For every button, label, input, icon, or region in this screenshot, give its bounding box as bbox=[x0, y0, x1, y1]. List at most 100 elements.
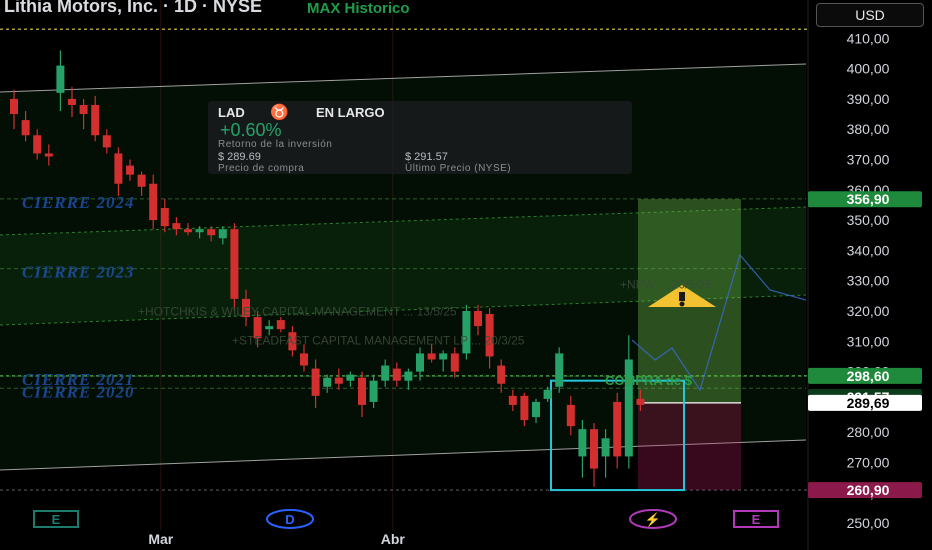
candle-body bbox=[44, 153, 53, 157]
candle-body bbox=[265, 326, 274, 330]
candle-body bbox=[497, 365, 506, 384]
position-side: EN LARGO bbox=[316, 105, 385, 120]
candle-body bbox=[323, 377, 332, 387]
x-label-1: Abr bbox=[381, 531, 406, 547]
candle-body bbox=[508, 395, 517, 405]
y-tick-12: 370,00 bbox=[847, 152, 890, 168]
y-tick-13: 380,00 bbox=[847, 121, 890, 137]
candle-body bbox=[114, 153, 123, 184]
x-label-0: Mar bbox=[148, 531, 173, 547]
y-tick-3: 280,00 bbox=[847, 424, 890, 440]
candle-body bbox=[532, 401, 540, 418]
candle-body bbox=[416, 353, 424, 372]
candle-body bbox=[300, 353, 308, 366]
candle-body bbox=[474, 311, 482, 327]
candle-body bbox=[520, 395, 529, 421]
y-tick-0: 250,00 bbox=[847, 515, 890, 531]
buy-price-label: Precio de compra bbox=[218, 163, 305, 174]
position-stop-zone bbox=[638, 402, 741, 491]
institution-label-1: +STEADFAST CAPITAL MANAGEMENT LP ... 20/… bbox=[232, 333, 525, 347]
y-tick-15: 400,00 bbox=[847, 61, 890, 77]
candle-body bbox=[207, 229, 216, 236]
candle-39 bbox=[462, 304, 471, 360]
candle-body bbox=[160, 207, 169, 227]
candle-body bbox=[311, 368, 320, 396]
candle-body bbox=[427, 353, 436, 360]
zone-label-3: CIERRE 2020 bbox=[22, 382, 135, 401]
candle-body bbox=[358, 377, 366, 405]
event-marker-letter-2: ⚡ bbox=[645, 512, 661, 528]
candle-body bbox=[392, 368, 401, 381]
candle-52 bbox=[613, 392, 622, 469]
y-tick-10: 350,00 bbox=[847, 212, 890, 228]
candle-body bbox=[10, 98, 18, 115]
price-tag-4: 260,90 bbox=[847, 482, 890, 498]
candle-body bbox=[137, 174, 146, 187]
candle-body bbox=[218, 229, 227, 239]
return-pct: +0.60% bbox=[220, 120, 282, 140]
candle-47 bbox=[555, 347, 564, 393]
symbol-title[interactable]: Lithia Motors, Inc. · 1D · NYSE bbox=[4, 0, 262, 17]
candle-19 bbox=[230, 223, 239, 311]
candle-body bbox=[21, 120, 30, 136]
y-tick-2: 270,00 bbox=[847, 455, 890, 471]
candle-body bbox=[578, 429, 587, 457]
price-tag-0: 356,90 bbox=[847, 191, 890, 207]
position-panel[interactable]: LAD ♉ EN LARGO +0.60% Retorno de la inve… bbox=[208, 101, 632, 174]
y-tick-7: 320,00 bbox=[847, 303, 890, 319]
candlestick-chart[interactable]: CIERRE 2024CIERRE 2023CIERRE 2021CIERRE … bbox=[0, 0, 932, 550]
warning-icon-bar bbox=[679, 292, 685, 301]
chart-root: CIERRE 2024 CIERRE 2023 CIERRE 2021 CIERRE … bbox=[0, 0, 932, 550]
y-tick-14: 390,00 bbox=[847, 91, 890, 107]
candle-body bbox=[276, 320, 285, 330]
candle-body bbox=[566, 404, 575, 427]
compra-label: COMPRA de $ bbox=[605, 373, 693, 388]
bull-icon: ♉ bbox=[270, 104, 289, 121]
candle-body bbox=[450, 353, 459, 372]
currency-button[interactable]: USD bbox=[816, 3, 924, 27]
candle-body bbox=[195, 229, 204, 233]
position-ticker: LAD bbox=[218, 105, 245, 120]
max-historico-label: MAX Historico bbox=[307, 0, 410, 17]
last-price: $ 291.57 bbox=[405, 151, 448, 163]
institution-label-0: +HOTCHKIS & WILEY CAPITAL MANAGEMENT ...… bbox=[138, 305, 457, 319]
y-tick-6: 310,00 bbox=[847, 333, 890, 349]
price-tag-1: 298,60 bbox=[847, 368, 890, 384]
y-tick-8: 330,00 bbox=[847, 273, 890, 289]
candle-body bbox=[601, 438, 610, 457]
candle-50 bbox=[590, 423, 598, 487]
candle-body bbox=[369, 380, 378, 402]
candle-body bbox=[91, 104, 100, 136]
zone-label-0: CIERRE 2024 bbox=[22, 193, 135, 212]
candle-body bbox=[636, 398, 645, 405]
candle-body bbox=[334, 377, 343, 384]
candle-body bbox=[33, 135, 42, 154]
candle-body bbox=[149, 183, 158, 221]
y-tick-9: 340,00 bbox=[847, 242, 890, 258]
candle-body bbox=[590, 429, 598, 469]
candle-body bbox=[230, 229, 239, 299]
candle-body bbox=[184, 229, 192, 233]
candle-body bbox=[172, 223, 181, 230]
warning-icon-dot bbox=[679, 301, 685, 307]
buy-price: $ 289.69 bbox=[218, 151, 261, 163]
candle-body bbox=[346, 374, 355, 381]
candle-body bbox=[439, 353, 448, 360]
y-tick-16: 410,00 bbox=[847, 30, 890, 46]
return-label: Retorno de la inversión bbox=[218, 139, 333, 150]
candle-body bbox=[68, 98, 76, 105]
candle-body bbox=[404, 371, 413, 381]
zone-label-1: CIERRE 2023 bbox=[22, 263, 135, 282]
candle-body bbox=[79, 104, 88, 115]
institution-label-2: +NEW ... 20/5/25 bbox=[620, 277, 712, 291]
candle-body bbox=[126, 165, 134, 175]
last-price-label: Último Precio (NYSE) bbox=[405, 163, 512, 174]
event-marker-letter-0: E bbox=[52, 512, 61, 527]
candle-body bbox=[56, 65, 65, 93]
price-tag-3: 289,69 bbox=[847, 395, 890, 411]
candle-body bbox=[555, 353, 564, 387]
candle-body bbox=[543, 389, 552, 399]
event-marker-letter-1: D bbox=[285, 512, 294, 527]
candle-body bbox=[381, 365, 390, 381]
event-marker-letter-3: E bbox=[752, 512, 761, 527]
